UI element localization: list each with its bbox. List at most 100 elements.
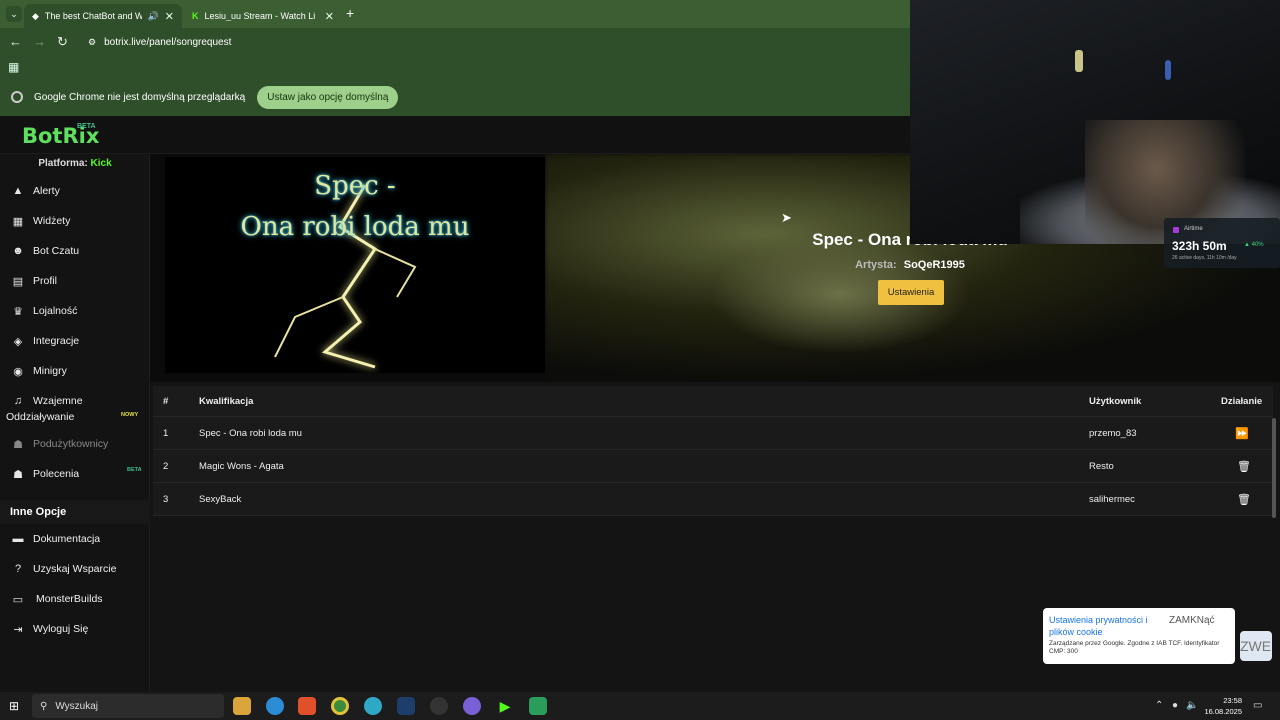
sidebar-item-wsparcie[interactable]: ? Uzyskaj Wsparcie (0, 555, 150, 583)
airtime-label: Airtime (1184, 226, 1203, 232)
discord-icon[interactable] (463, 697, 481, 715)
obs-icon[interactable] (430, 697, 448, 715)
sidebar-item-label: Bot Czatu (33, 245, 80, 257)
sidebar-item-widzety[interactable]: ▦ Widżety (0, 207, 150, 235)
help-icon: ? (14, 563, 22, 575)
sidebar-item-minigry[interactable]: ◉ Minigry (0, 357, 150, 385)
sidebar-item-dokumentacja[interactable]: ▬ Dokumentacja (0, 525, 150, 553)
section-title-inne-opcje: Inne Opcje (0, 500, 150, 524)
speaker-icon[interactable]: 🔊 (148, 11, 159, 22)
reload-icon[interactable]: ↻ (57, 34, 68, 50)
book-icon: ▬ (12, 533, 24, 545)
settings-button[interactable]: Ustawienia (878, 280, 944, 305)
back-icon[interactable]: ← (9, 34, 22, 49)
apps-grid-icon[interactable]: ▦ (8, 60, 19, 74)
airtime-delta: ▲ 40% (1244, 242, 1264, 248)
sidebar-item-label: Alerty (33, 185, 60, 197)
browser-toolbar: ← → ↻ ⚙ botrix.live/panel/songrequest (0, 28, 910, 56)
artist-value: SoQeR1995 (903, 259, 965, 271)
mouse-cursor-icon: ➤ (781, 210, 792, 225)
consent-badge[interactable]: ZWE (1240, 631, 1272, 661)
platform-label: Platforma: (38, 158, 88, 169)
steam-icon[interactable] (397, 697, 415, 715)
windows-taskbar: ⊞ ⚲ Wyszukaj ▶ ⌃ ● 🔈 23:58 16.08.2025 ▭ (0, 692, 1280, 720)
now-playing-artist: Artysta: SoQeR1995 (750, 259, 1070, 271)
row-num: 3 (163, 493, 169, 505)
sidebar-item-label: Wyloguj Się (33, 623, 89, 635)
cookie-title-link[interactable]: Ustawienia prywatności i plików cookie (1049, 614, 1169, 638)
tab-kick-stream[interactable]: K Lesiu_uu Stream - Watch Live o... ✕ (184, 4, 342, 28)
platform-indicator: Platforma: Kick (0, 158, 150, 169)
sidebar-item-polecenia[interactable]: ☗ Polecenia (0, 460, 150, 488)
skip-forward-icon[interactable]: ⏩ (1235, 427, 1249, 440)
scrollbar-thumb[interactable] (1272, 418, 1276, 518)
row-user: salihermec (1089, 493, 1135, 505)
app-icon[interactable] (529, 697, 547, 715)
close-tab-icon[interactable]: ✕ (165, 10, 174, 23)
windows-start-icon[interactable]: ⊞ (9, 699, 19, 713)
notification-icon[interactable]: ▭ (1253, 700, 1262, 711)
close-tab-icon[interactable]: ✕ (325, 10, 334, 23)
sidebar-item-wyloguj[interactable]: ⇥ Wyloguj Się (0, 615, 150, 643)
taskbar-clock[interactable]: 23:58 16.08.2025 (1198, 695, 1242, 717)
kick-favicon-icon: K (192, 11, 199, 21)
chrome-logo-icon (11, 91, 23, 103)
sidebar-item-poduzytkownicy[interactable]: ☗ Podużytkownicy (0, 430, 150, 458)
search-icon: ⚲ (40, 700, 48, 712)
robot-icon: ☻ (12, 245, 24, 257)
sidebar-item-monsterbuilds[interactable]: ▭ MonsterBuilds (0, 585, 150, 613)
sidebar-item-label: Uzyskaj Wsparcie (33, 563, 117, 575)
default-browser-infobar: Google Chrome nie jest domyślną przegląd… (0, 78, 910, 116)
volume-icon[interactable]: 🔈 (1186, 700, 1198, 711)
chrome-icon[interactable] (331, 697, 349, 715)
song-cover-art: Spec - Ona robi loda mu (165, 157, 545, 373)
tab-botrix[interactable]: ◆ The best ChatBot and Wid... 🔊 ✕ (24, 4, 182, 28)
row-action: 🗑 (1221, 450, 1251, 482)
cookie-close-button[interactable]: ZAMKNąć (1169, 615, 1215, 626)
sidebar-item-label: MonsterBuilds (36, 593, 103, 605)
trash-icon[interactable]: 🗑 (1237, 493, 1251, 506)
microphone-icon[interactable]: ● (1172, 700, 1178, 711)
sidebar-item-label: Minigry (33, 365, 67, 377)
airtime-value: 323h 50m (1172, 239, 1227, 253)
app-icon[interactable] (364, 697, 382, 715)
airtime-widget: Airtime 323h 50m ▲ 40% 26 active days, 1… (1164, 218, 1280, 268)
file-explorer-icon[interactable] (233, 697, 251, 715)
sidebar: Platforma: Kick ▲ Alerty ▦ Widżety ☻ Bot… (0, 154, 150, 692)
edge-icon[interactable] (266, 697, 284, 715)
sidebar-item-alerty[interactable]: ▲ Alerty (0, 177, 150, 205)
sidebar-item-label: Podużytkownicy (33, 438, 109, 450)
new-tab-button[interactable]: + (346, 5, 354, 21)
sidebar-item-integracje[interactable]: ◈ Integracje (0, 327, 150, 355)
forward-icon[interactable]: → (33, 34, 46, 49)
row-num: 2 (163, 460, 169, 472)
sidebar-item-label: Profil (33, 275, 57, 287)
trash-icon[interactable]: 🗑 (1237, 460, 1251, 473)
brave-icon[interactable] (298, 697, 316, 715)
set-default-button[interactable]: Ustaw jako opcję domyślną (257, 85, 399, 109)
taskbar-search[interactable]: ⚲ Wyszukaj (32, 694, 224, 718)
site-info-icon[interactable]: ⚙ (88, 37, 96, 48)
header-user: Użytkownik (1089, 395, 1142, 407)
row-user: Resto (1089, 460, 1114, 472)
platform-value: Kick (90, 158, 112, 169)
url-text: botrix.live/panel/songrequest (104, 36, 232, 48)
kick-app-icon[interactable]: ▶ (496, 697, 514, 715)
row-title: SexyBack (199, 493, 242, 505)
tab-search-button[interactable]: ⌄ (6, 6, 22, 22)
row-user: przemo_83 (1089, 427, 1137, 439)
tray-chevron-icon[interactable]: ⌃ (1155, 700, 1163, 711)
sidebar-item-bot-czatu[interactable]: ☻ Bot Czatu (0, 237, 150, 265)
tab-label: The best ChatBot and Wid... (44, 11, 142, 21)
browser-tab-strip: ⌄ ◆ The best ChatBot and Wid... 🔊 ✕ K Le… (0, 0, 910, 28)
hanging-medal (1165, 60, 1171, 80)
sidebar-item-profil[interactable]: ▤ Profil (0, 267, 150, 295)
sidebar-item-label: Integracje (33, 335, 80, 347)
table-row: 2 Magic Wons - Agata Resto 🗑 (153, 450, 1273, 483)
trophy-icon: ♛ (13, 305, 23, 318)
grid-icon: ▦ (12, 215, 24, 228)
sidebar-item-lojalnosc[interactable]: ♛ Lojalność (0, 297, 150, 325)
artist-label: Artysta: (855, 259, 897, 271)
address-bar[interactable]: ⚙ botrix.live/panel/songrequest (80, 31, 910, 53)
webcam-overlay (910, 0, 1280, 244)
